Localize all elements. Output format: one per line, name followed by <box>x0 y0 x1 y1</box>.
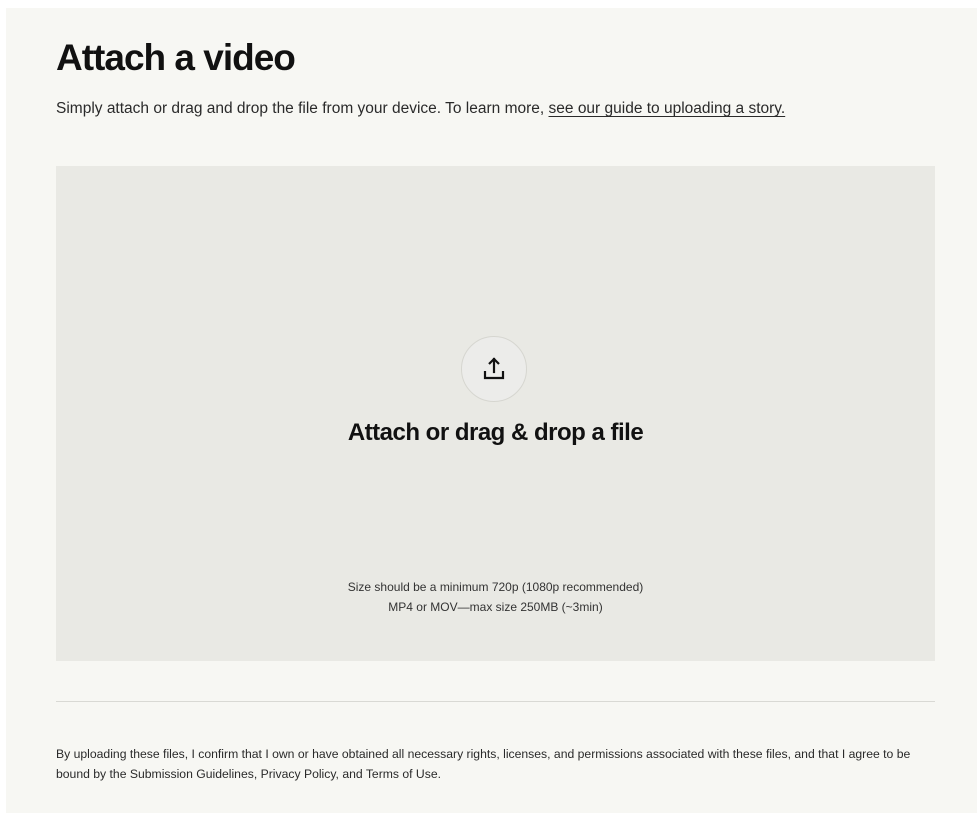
upload-panel: Attach a video Simply attach or drag and… <box>6 8 977 813</box>
dropzone-heading: Attach or drag & drop a file <box>347 419 644 446</box>
divider <box>56 701 935 702</box>
rights-disclaimer: By uploading these files, I confirm that… <box>56 747 911 781</box>
subtitle-text: Simply attach or drag and drop the file … <box>56 100 549 117</box>
file-dropzone[interactable]: Attach or drag & drop a file Size should… <box>56 166 935 661</box>
format-hint: MP4 or MOV—max size 250MB (~3min) <box>388 600 603 614</box>
attach-file-button[interactable] <box>461 336 527 402</box>
page-subtitle: Simply attach or drag and drop the file … <box>56 99 785 119</box>
upload-guide-link[interactable]: see our guide to uploading a story. <box>549 100 786 117</box>
resolution-hint: Size should be a minimum 720p (1080p rec… <box>347 580 644 594</box>
page-title: Attach a video <box>56 37 296 78</box>
upload-icon <box>483 357 505 380</box>
